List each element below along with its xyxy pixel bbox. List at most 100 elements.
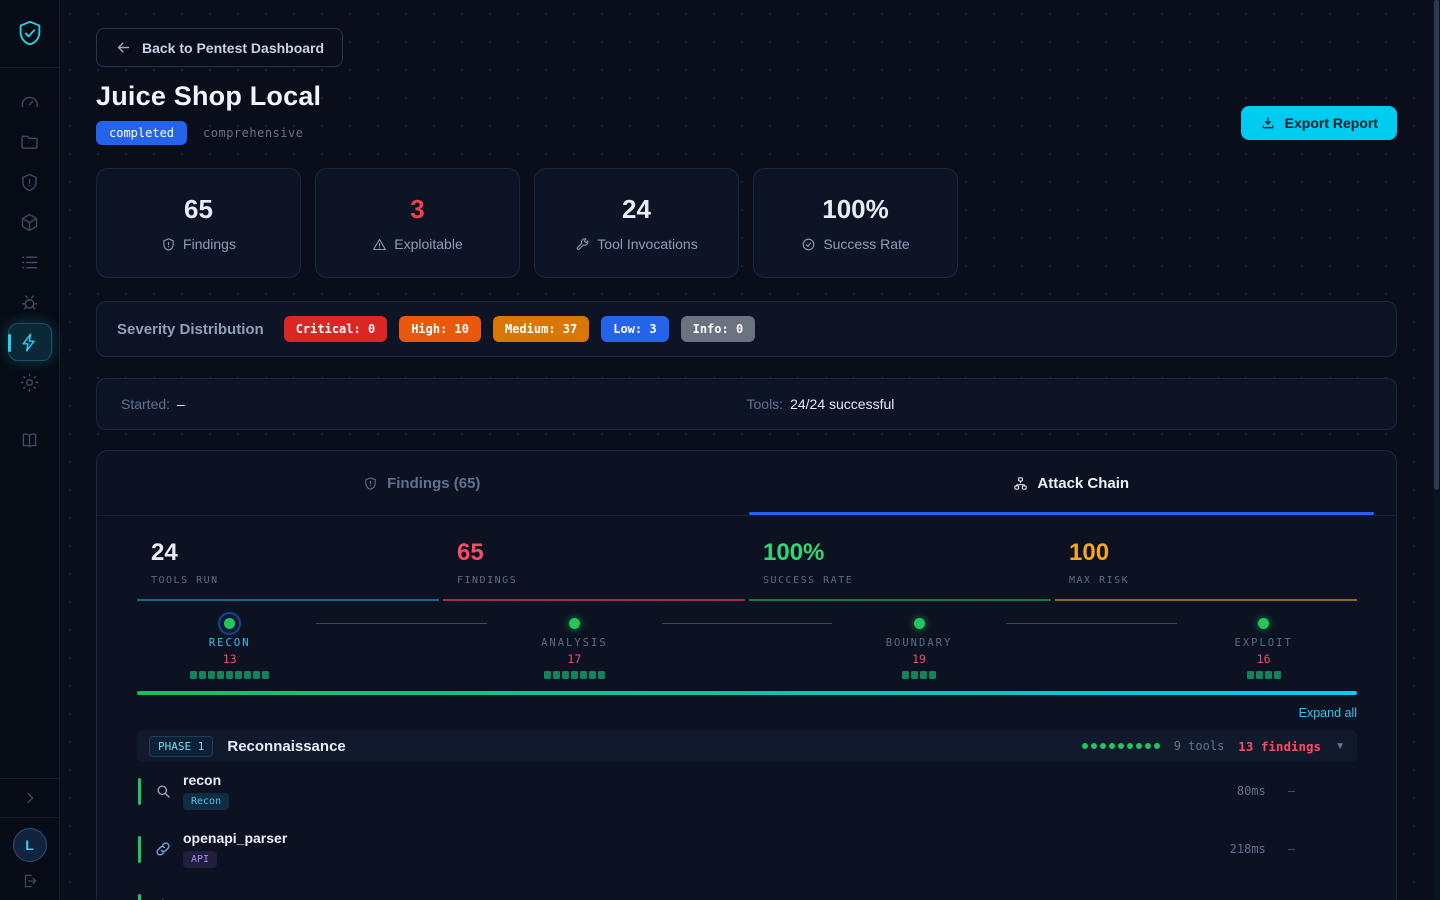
sidebar-item-vulnerabilities[interactable]	[8, 162, 52, 202]
timeline-phase-boundary[interactable]: BOUNDARY 19	[859, 613, 979, 679]
tool-category-badge: API	[183, 851, 217, 868]
download-icon	[1260, 115, 1276, 131]
tab-findings-label: Findings (65)	[387, 475, 480, 492]
header-row: Juice Shop Local completed comprehensive…	[96, 67, 1397, 145]
chain-findings-value: 65	[457, 538, 745, 568]
attack-chain-content: 24 TOOLS RUN 65 FINDINGS 100% SUCCESS RA…	[97, 538, 1396, 900]
sidebar-item-docs[interactable]	[8, 420, 52, 460]
sidebar-item-projects[interactable]	[8, 122, 52, 162]
sidebar-user-section: L	[0, 817, 59, 900]
phase-tool-blocks	[1204, 671, 1324, 679]
tool-row-security-headers[interactable]: security_headers	[137, 878, 1357, 900]
tools-run-value: 24	[151, 538, 439, 568]
tab-attack-chain[interactable]: Attack Chain	[747, 451, 1397, 515]
chain-success-value: 100%	[763, 538, 1051, 568]
severity-badge-info: Info: 0	[681, 316, 756, 342]
phase-title: Reconnaissance	[227, 738, 345, 755]
stat-label: Success Rate	[823, 236, 909, 252]
tool-dash: –	[1288, 842, 1295, 856]
arrow-left-icon	[115, 39, 132, 56]
phase-finding-count: 19	[859, 652, 979, 666]
back-button-label: Back to Pentest Dashboard	[142, 40, 324, 56]
timeline-phase-exploit[interactable]: EXPLOIT 16	[1204, 613, 1324, 679]
shield-alert-icon	[19, 172, 40, 193]
phase-timeline: RECON 13 ANALYSIS 17 BOUNDARY 19	[137, 613, 1357, 681]
phase-tool-blocks	[859, 671, 979, 679]
sidebar-item-settings[interactable]	[8, 362, 52, 402]
attack-chain-panel: Findings (65) Attack Chain 24 TOOLS RUN	[96, 450, 1397, 900]
started-value: –	[177, 396, 185, 412]
tool-list: recon Recon 80ms –	[137, 762, 1357, 900]
logout-icon	[21, 872, 39, 890]
sidebar-item-assets[interactable]	[8, 202, 52, 242]
max-risk-value: 100	[1069, 538, 1357, 568]
scrollbar-track[interactable]	[1433, 0, 1440, 900]
chain-stat-success-rate: 100% SUCCESS RATE	[749, 538, 1051, 601]
phase-dot	[914, 618, 925, 629]
stat-card-tool-invocations: 24 Tool Invocations	[534, 168, 739, 278]
stat-card-findings: 65 Findings	[96, 168, 301, 278]
phase-finding-count: 16	[1204, 652, 1324, 666]
sidebar-collapse-button[interactable]	[0, 778, 59, 817]
timeline-phase-recon[interactable]: RECON 13	[170, 613, 290, 679]
sidebar-nav	[8, 82, 52, 460]
sidebar-item-attack-chain[interactable]	[8, 323, 52, 361]
logout-button[interactable]	[21, 872, 39, 894]
phase-1-header[interactable]: PHASE 1 Reconnaissance 9 tools 13 findin…	[137, 730, 1357, 762]
tool-name: openapi_parser	[183, 830, 287, 846]
severity-badge-critical: Critical: 0	[284, 316, 387, 342]
expand-all-link[interactable]: Expand all	[1299, 706, 1357, 720]
status-badge: completed	[96, 121, 187, 145]
phase-name: ANALYSIS	[514, 637, 634, 649]
phase-tool-dots	[1082, 743, 1160, 749]
tool-duration: 218ms	[1230, 842, 1266, 856]
tools-block: Tools: 24/24 successful	[747, 396, 1373, 412]
tool-category-badge: Recon	[183, 793, 229, 810]
tool-duration: 80ms	[1237, 784, 1266, 798]
sidebar-item-reports[interactable]	[8, 242, 52, 282]
chain-progress-bar	[137, 691, 1357, 695]
tool-invocations-count: 24	[622, 194, 651, 225]
stat-label: Exploitable	[394, 236, 463, 252]
search-icon	[152, 782, 174, 800]
tool-name: recon	[183, 772, 229, 788]
severity-distribution-label: Severity Distribution	[117, 321, 264, 338]
stat-card-exploitable: 3 Exploitable	[315, 168, 520, 278]
tool-row-recon[interactable]: recon Recon 80ms –	[137, 762, 1357, 820]
phase-badge: PHASE 1	[149, 736, 213, 757]
shield-icon	[161, 237, 176, 252]
gear-icon	[19, 372, 40, 393]
tab-bar: Findings (65) Attack Chain	[97, 451, 1396, 516]
chain-stat-tools-run: 24 TOOLS RUN	[137, 538, 439, 601]
sidebar-item-dashboard[interactable]	[8, 82, 52, 122]
phase-name: RECON	[170, 637, 290, 649]
back-button[interactable]: Back to Pentest Dashboard	[96, 28, 343, 67]
active-indicator	[8, 334, 11, 352]
scan-meta-panel: Started: – Tools: 24/24 successful	[96, 378, 1397, 430]
phase-tools-count: 9 tools	[1174, 739, 1225, 753]
bug-icon	[19, 292, 40, 313]
lightning-icon	[19, 332, 40, 353]
list-icon	[19, 252, 40, 273]
tool-row-openapi-parser[interactable]: openapi_parser API 218ms –	[137, 820, 1357, 878]
folder-icon	[19, 132, 40, 153]
started-block: Started: –	[121, 396, 747, 412]
package-icon	[19, 212, 40, 233]
tool-status-bar	[138, 836, 141, 863]
scan-mode-label: comprehensive	[203, 126, 303, 140]
chain-stat-max-risk: 100 MAX RISK	[1055, 538, 1357, 601]
chain-stat-findings: 65 FINDINGS	[443, 538, 745, 601]
timeline-phase-analysis[interactable]: ANALYSIS 17	[514, 613, 634, 679]
exploitable-count: 3	[410, 194, 424, 225]
badge-row: completed comprehensive	[96, 121, 321, 145]
wrench-icon	[575, 237, 590, 252]
tab-findings[interactable]: Findings (65)	[97, 451, 747, 515]
sidebar-item-bugs[interactable]	[8, 282, 52, 322]
timeline-connector	[662, 623, 833, 625]
avatar[interactable]: L	[13, 828, 47, 862]
severity-badge-high: High: 10	[399, 316, 481, 342]
shield-check-logo-icon	[15, 19, 45, 49]
export-report-button[interactable]: Export Report	[1241, 106, 1397, 140]
expand-row: Expand all	[137, 706, 1357, 720]
scrollbar-thumb[interactable]	[1434, 0, 1439, 490]
